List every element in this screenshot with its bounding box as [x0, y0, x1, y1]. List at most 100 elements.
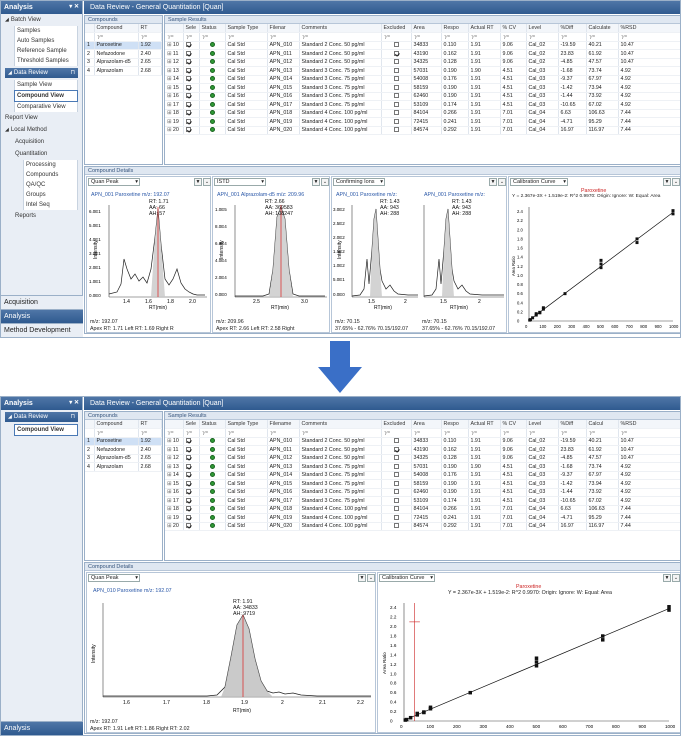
table-row[interactable]: 4 Alprazolam 2.68	[85, 462, 162, 472]
checkbox[interactable]	[393, 523, 399, 529]
nav-item-quantitation[interactable]: Quantitation	[1, 148, 82, 160]
table-row[interactable]: 1 Paroxetine 1.92	[85, 41, 162, 50]
confirming-ions-chromatograms[interactable]: Intensity RT(min) RT(min) 1.5 2 1.5 2 3.…	[332, 199, 507, 311]
column-header[interactable]: %RSD	[618, 420, 680, 429]
collapse-triangle-icon[interactable]: ◢	[5, 127, 9, 133]
excluded-checkbox[interactable]	[381, 126, 412, 135]
chevron-down-icon[interactable]: ⌄	[672, 574, 680, 582]
calibration-curve-dropdown[interactable]: Calibration Curve	[510, 178, 568, 186]
column-header[interactable]	[165, 420, 184, 429]
row-header[interactable]: ⊞ 14	[165, 471, 184, 480]
excluded-checkbox[interactable]	[381, 100, 412, 110]
excluded-checkbox[interactable]	[381, 462, 412, 472]
column-header[interactable]: Respo	[441, 24, 469, 33]
column-header[interactable]: Sele	[183, 420, 200, 429]
filter-row[interactable]: ℽ= ℽ=	[85, 428, 162, 438]
column-header[interactable]: Excluded	[381, 420, 412, 429]
column-header[interactable]: Comments	[299, 24, 382, 33]
data-review-group[interactable]: ◢ Data Review ⊓	[5, 68, 78, 78]
table-row[interactable]: 3 Alprazolam-d5 2.65	[85, 454, 162, 463]
chevron-down-icon[interactable]: ⌄	[321, 178, 329, 186]
table-row[interactable]: ⊞ 15 Cal Std APN_015 Standard 3 Conc. 75 pg…	[165, 83, 680, 93]
column-header[interactable]: Compound	[94, 24, 139, 33]
column-header[interactable]: RT	[138, 420, 162, 429]
select-checkbox[interactable]	[183, 83, 200, 93]
chevron-down-icon[interactable]: ⌄	[672, 178, 680, 186]
select-checkbox[interactable]	[183, 66, 200, 76]
excluded-checkbox[interactable]	[381, 522, 412, 531]
nav-item-processing[interactable]: Processing	[23, 160, 78, 170]
table-row[interactable]: 1 Paroxetine 1.92	[85, 437, 162, 446]
select-checkbox[interactable]	[183, 488, 200, 497]
checkbox[interactable]	[393, 455, 399, 461]
column-header[interactable]: Level	[526, 24, 559, 33]
table-row[interactable]: ⊞ 12 Cal Std APN_012 Standard 2 Conc. 50 pg…	[165, 454, 680, 463]
checkbox[interactable]	[185, 59, 191, 65]
checkbox[interactable]	[185, 84, 191, 90]
collapse-triangle-icon[interactable]: ◢	[5, 17, 9, 23]
filter-funnel-icon[interactable]: ▼	[489, 178, 497, 186]
nav-item-comparative-view[interactable]: Comparative View	[14, 102, 78, 112]
row-header[interactable]: ⊞ 16	[165, 488, 184, 497]
column-header[interactable]: % CV	[500, 420, 527, 429]
select-checkbox[interactable]	[183, 496, 200, 506]
excluded-checkbox[interactable]	[381, 92, 412, 101]
checkbox[interactable]	[393, 497, 399, 503]
nav-item-qaqc[interactable]: QA/QC	[23, 180, 78, 190]
filter-funnel-icon[interactable]: ▼	[663, 178, 671, 186]
checkbox[interactable]	[393, 76, 399, 82]
checkbox[interactable]	[393, 118, 399, 124]
checkbox[interactable]	[185, 110, 191, 116]
select-checkbox[interactable]	[183, 505, 200, 514]
table-row[interactable]: 2 Nefazodone 2.40	[85, 49, 162, 59]
table-row[interactable]: ⊞ 10 Cal Std APN_010 Standard 2 Conc. 50 pg…	[165, 437, 680, 446]
checkbox[interactable]	[393, 93, 399, 99]
nav-item-threshold-samples[interactable]: Threshold Samples	[14, 56, 78, 66]
nav-item-acquisition[interactable]: Acquisition	[1, 136, 82, 148]
row-header[interactable]: ⊞ 18	[165, 109, 184, 118]
excluded-checkbox[interactable]	[381, 437, 412, 446]
table-row[interactable]: ⊞ 16 Cal Std APN_016 Standard 3 Conc. 75 pg…	[165, 488, 680, 497]
nav-header-controls[interactable]: ▾ ✕	[69, 399, 79, 406]
excluded-checkbox[interactable]	[381, 117, 412, 127]
batch-view-group[interactable]: ◢ Batch View	[1, 14, 82, 26]
local-method-group[interactable]: ◢ Local Method	[1, 124, 82, 136]
table-row[interactable]: 2 Nefazodone 2.40	[85, 445, 162, 455]
filter-funnel-icon[interactable]: ▼	[663, 574, 671, 582]
row-header[interactable]: ⊞ 10	[165, 437, 184, 446]
select-checkbox[interactable]	[183, 471, 200, 480]
checkbox[interactable]	[393, 110, 399, 116]
checkbox[interactable]	[185, 497, 191, 503]
checkbox[interactable]	[393, 480, 399, 486]
select-checkbox[interactable]	[183, 58, 200, 67]
select-checkbox[interactable]	[183, 479, 200, 489]
checkbox[interactable]	[393, 472, 399, 478]
table-row[interactable]: ⊞ 19 Cal Std APN_019 Standard 4 Conc. 100 p…	[165, 513, 680, 523]
table-row[interactable]: 4 Alprazolam 2.68	[85, 66, 162, 76]
table-row[interactable]: ⊞ 10 Cal Std APN_010 Standard 2 Conc. 50 pg…	[165, 41, 680, 50]
filter-funnel-icon[interactable]: ▼	[312, 178, 320, 186]
chevron-down-icon[interactable]: ⌄	[498, 178, 506, 186]
excluded-checkbox[interactable]	[381, 75, 412, 84]
row-header[interactable]: ⊞ 15	[165, 479, 184, 489]
filter-icon[interactable]: ℽ=	[138, 32, 162, 42]
table-row[interactable]: ⊞ 20 Cal Std APN_020 Standard 4 Conc. 100 p…	[165, 522, 680, 531]
table-row[interactable]: 3 Alprazolam-d5 2.65	[85, 58, 162, 67]
table-row[interactable]: ⊞ 11 Cal Std APN_011 Standard 2 Conc. 50 pg…	[165, 49, 680, 59]
excluded-checkbox[interactable]	[381, 109, 412, 118]
excluded-checkbox[interactable]	[381, 66, 412, 76]
filter-icon[interactable]: ℽ=	[138, 428, 162, 438]
nav-item-samples[interactable]: Samples	[14, 26, 78, 36]
checkbox[interactable]	[185, 472, 191, 478]
column-header[interactable]: %Diff	[558, 24, 587, 33]
calibration-curve-plot[interactable]: 0 100 200 300 400 500 600 700 800 900 1000 2.4 2.2 2.…	[378, 597, 681, 733]
filter-row[interactable]: ℽ= ℽ= ℽ= ℽ= ℽ= ℽ= ℽ= ℽ= ℽ= ℽ= ℽ= ℽ= ℽ= ℽ= ℽ=	[165, 32, 680, 42]
select-checkbox[interactable]	[183, 100, 200, 110]
filter-icon[interactable]: ℽ=	[94, 428, 139, 438]
checkbox[interactable]	[393, 127, 399, 133]
quan-peak-dropdown[interactable]: Quan Peak	[88, 178, 140, 186]
checkbox[interactable]	[393, 463, 399, 469]
table-row[interactable]: ⊞ 19 Cal Std APN_019 Standard 4 Conc. 100 p…	[165, 117, 680, 127]
table-row[interactable]: ⊞ 11 Cal Std APN_011 Standard 2 Conc. 50 pg…	[165, 445, 680, 455]
pin-icon[interactable]: ⊓	[70, 413, 75, 420]
